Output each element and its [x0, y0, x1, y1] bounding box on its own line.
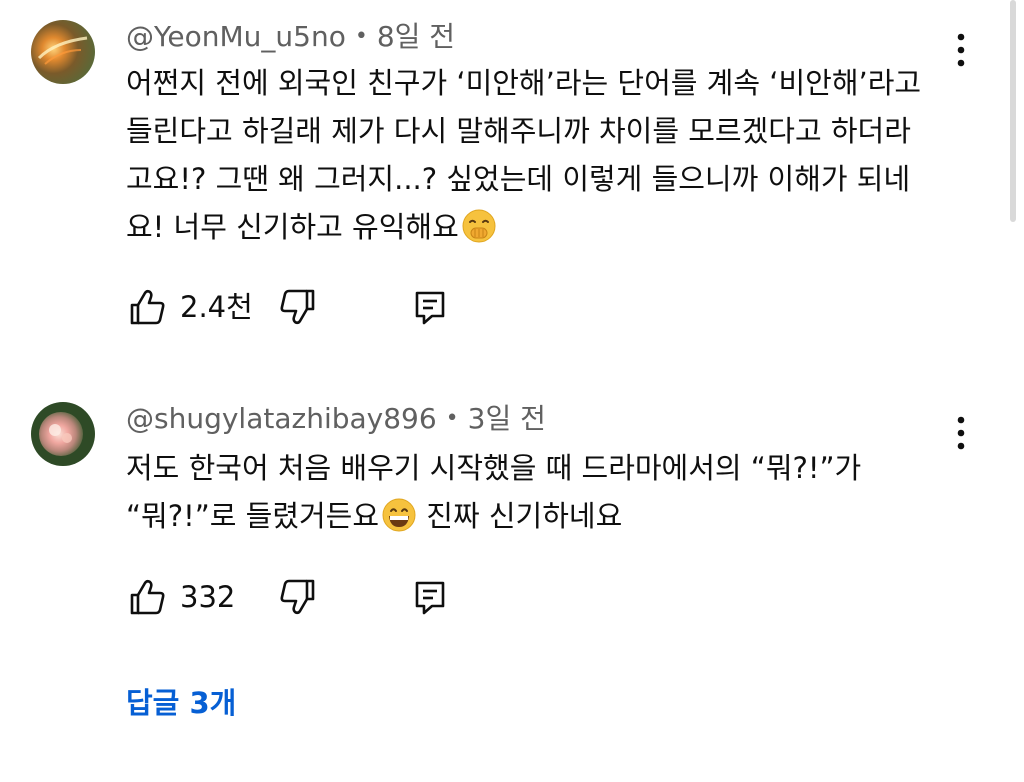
meta-separator: • — [354, 24, 368, 49]
avatar[interactable] — [31, 402, 95, 466]
scrollbar[interactable] — [1010, 0, 1016, 222]
reply-icon[interactable] — [408, 285, 452, 329]
comment-text-after-emoji: 진짜 신기하네요 — [417, 499, 623, 533]
author-name[interactable]: @shugylatazhibay896 — [126, 402, 437, 435]
face-with-hand-over-mouth-emoji — [462, 209, 496, 243]
dislike-icon[interactable] — [275, 285, 319, 329]
meta-separator: • — [445, 406, 459, 431]
comment-meta: @shugylatazhibay896 • 3일 전 — [126, 399, 546, 439]
grinning-face-emoji — [382, 498, 416, 532]
like-count: 332 — [180, 580, 236, 614]
author-name[interactable]: @YeonMu_u5no — [126, 20, 346, 53]
comment-time[interactable]: 8일 전 — [377, 20, 455, 53]
comment-text: 어쩐지 전에 외국인 친구가 ‘미안해’라는 단어를 계속 ‘비안해’라고 들린… — [126, 59, 946, 251]
avatar[interactable] — [31, 20, 95, 84]
more-options-icon[interactable] — [944, 411, 978, 455]
comment-meta: @YeonMu_u5no • 8일 전 — [126, 17, 455, 57]
comment-text-content: 어쩐지 전에 외국인 친구가 ‘미안해’라는 단어를 계속 ‘비안해’라고 들린… — [126, 66, 922, 244]
reply-icon[interactable] — [408, 575, 452, 619]
like-icon[interactable] — [126, 575, 170, 619]
like-count: 2.4천 — [180, 290, 253, 324]
comment-time[interactable]: 3일 전 — [468, 402, 546, 435]
dislike-icon[interactable] — [275, 575, 319, 619]
like-icon[interactable] — [126, 285, 170, 329]
more-options-icon[interactable] — [944, 28, 978, 72]
comment-actions: 332 — [126, 575, 486, 619]
comment-text: 저도 한국어 처음 배우기 시작했을 때 드라마에서의 “뭐?!”가 “뭐?!”… — [126, 444, 946, 540]
comment-actions: 2.4천 — [126, 285, 486, 329]
view-replies-link[interactable]: 답글 3개 — [126, 683, 236, 723]
